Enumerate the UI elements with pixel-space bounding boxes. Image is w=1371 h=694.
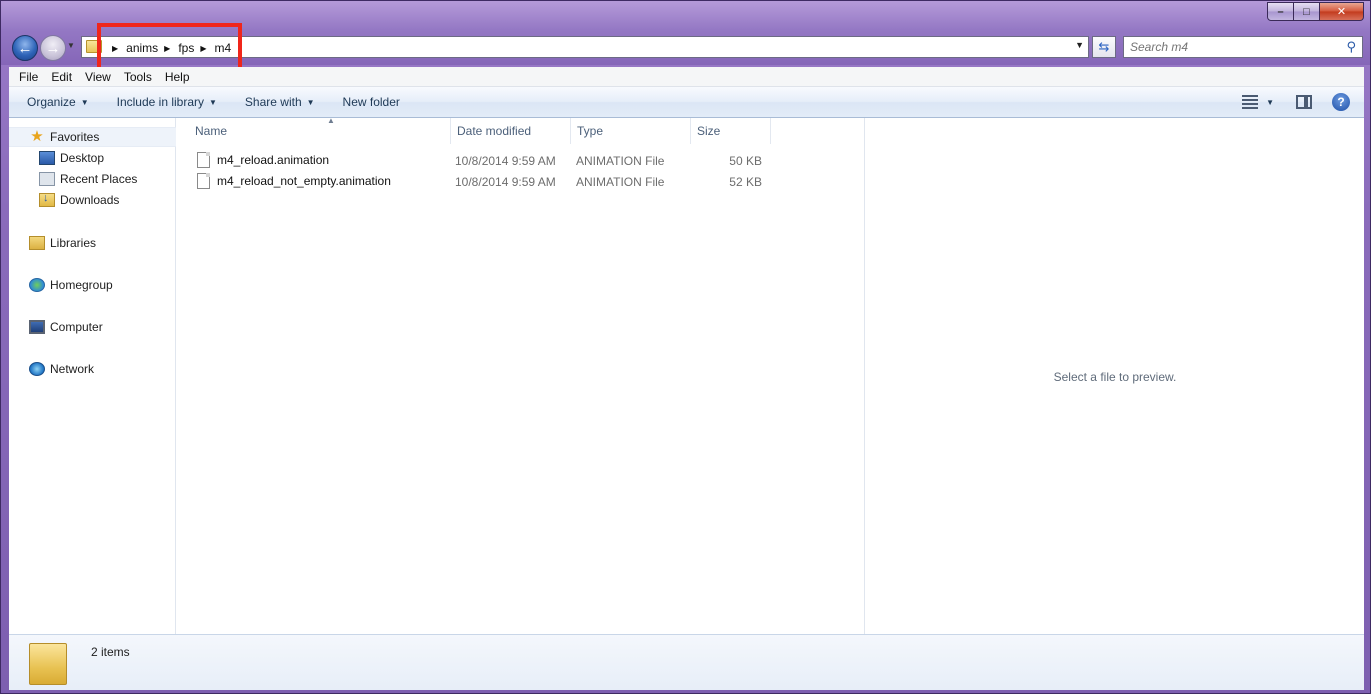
sidebar-item-label: Homegroup (50, 278, 113, 292)
menu-help[interactable]: Help (165, 70, 190, 84)
file-list: Name ▲ Date modified Type Size m4_reload… (177, 116, 865, 634)
column-header-name[interactable]: Name ▲ (189, 116, 451, 144)
sidebar-item-label: Downloads (60, 192, 120, 207)
menu-tools[interactable]: Tools (124, 70, 152, 84)
libraries-group: Libraries (9, 233, 176, 253)
details-pane: 2 items (9, 634, 1364, 690)
explorer-window: – □ ✕ ← → ▼ ▶ anims ▶ fps ▶ m4 ▼ ⇆ ⚲ (0, 0, 1371, 694)
view-options-icon[interactable] (1242, 95, 1259, 109)
breadcrumb-highlight-annotation (97, 23, 242, 71)
new-folder-button[interactable]: New folder (343, 95, 400, 109)
column-headers: Name ▲ Date modified Type Size (177, 116, 864, 144)
sidebar-item-computer[interactable]: Computer (9, 317, 176, 337)
file-name-cell: m4_reload_not_empty.animation (197, 173, 391, 189)
search-box[interactable]: ⚲ (1123, 36, 1363, 58)
chevron-down-icon: ▼ (209, 97, 217, 107)
computer-group: Computer (9, 317, 176, 337)
column-header-type[interactable]: Type (571, 118, 691, 144)
file-type: ANIMATION File (576, 175, 665, 189)
column-header-label: Size (697, 124, 721, 138)
network-icon (29, 362, 45, 376)
file-name-cell: m4_reload.animation (197, 152, 329, 168)
chevron-down-icon: ▼ (80, 97, 89, 107)
sidebar-item-libraries[interactable]: Libraries (9, 233, 176, 253)
table-row[interactable]: m4_reload.animation 10/8/2014 9:59 AM AN… (177, 149, 777, 170)
new-folder-label: New folder (342, 95, 400, 109)
main-area: ★ Favorites Desktop Recent Places Downlo… (9, 116, 1364, 634)
column-header-label: Date modified (457, 124, 532, 138)
table-row[interactable]: m4_reload_not_empty.animation 10/8/2014 … (177, 170, 777, 191)
include-in-library-label: Include in library (116, 95, 204, 109)
preview-pane: Select a file to preview. (866, 118, 1364, 634)
menu-bar: File Edit View Tools Help (9, 67, 1364, 87)
share-with-button[interactable]: Share with ▼ (245, 95, 315, 109)
file-name: m4_reload.animation (217, 153, 330, 167)
file-date-modified: 10/8/2014 9:59 AM (455, 175, 556, 189)
refresh-icon: ⇆ (1098, 39, 1110, 54)
menu-edit[interactable]: Edit (51, 70, 72, 84)
organize-button[interactable]: Organize ▼ (27, 95, 89, 109)
maximize-button[interactable]: □ (1294, 2, 1320, 21)
preview-message: Select a file to preview. (1053, 370, 1177, 384)
caption-buttons: – □ ✕ (1267, 2, 1364, 21)
file-name: m4_reload_not_empty.animation (217, 174, 391, 188)
file-icon (197, 152, 210, 168)
column-header-date-modified[interactable]: Date modified (451, 118, 571, 144)
column-header-label: Name (195, 124, 228, 138)
folder-icon (29, 643, 67, 685)
recent-places-icon (39, 171, 55, 186)
sidebar-item-label: Network (50, 362, 95, 376)
refresh-button[interactable]: ⇆ (1092, 36, 1116, 58)
sort-ascending-icon: ▲ (327, 116, 335, 125)
organize-label: Organize (27, 95, 76, 109)
homegroup-icon (29, 278, 45, 292)
item-count: 2 items (91, 645, 130, 659)
downloads-icon (39, 192, 55, 207)
network-group: Network (9, 359, 176, 379)
file-size: 52 KB (729, 175, 762, 189)
sidebar-item-downloads[interactable]: Downloads (9, 189, 176, 210)
minimize-button[interactable]: – (1267, 2, 1294, 21)
favorites-group: ★ Favorites Desktop Recent Places Downlo… (9, 127, 176, 210)
sidebar-item-favorites[interactable]: ★ Favorites (9, 127, 176, 147)
back-button[interactable]: ← (12, 35, 38, 61)
file-type: ANIMATION File (576, 154, 665, 168)
sidebar-item-label: Desktop (60, 150, 105, 165)
file-size: 50 KB (729, 154, 762, 168)
sidebar-item-label: Recent Places (60, 171, 138, 186)
help-icon[interactable]: ? (1332, 93, 1350, 111)
column-header-label: Type (577, 124, 604, 138)
sidebar-item-label: Libraries (50, 236, 97, 250)
desktop-icon (39, 150, 55, 165)
libraries-icon (29, 236, 45, 250)
menu-view[interactable]: View (85, 70, 111, 84)
command-bar: Organize ▼ Include in library ▼ Share wi… (9, 87, 1364, 118)
search-icon[interactable]: ⚲ (1346, 39, 1356, 55)
share-with-label: Share with (244, 95, 302, 109)
chevron-down-icon: ▼ (306, 97, 315, 107)
view-controls: ▼ ? (1242, 93, 1350, 111)
preview-pane-icon[interactable] (1296, 95, 1312, 109)
forward-button[interactable]: → (40, 35, 66, 61)
file-icon (197, 173, 210, 189)
recent-pages-dropdown[interactable]: ▼ (67, 41, 77, 53)
search-input[interactable] (1130, 38, 1340, 56)
close-button[interactable]: ✕ (1320, 2, 1364, 21)
include-in-library-button[interactable]: Include in library ▼ (117, 95, 217, 109)
sidebar-item-label: Favorites (50, 130, 100, 144)
sidebar-item-desktop[interactable]: Desktop (9, 147, 176, 168)
sidebar-item-label: Computer (50, 320, 103, 334)
menu-file[interactable]: File (19, 70, 38, 84)
computer-icon (29, 320, 45, 334)
file-date-modified: 10/8/2014 9:59 AM (455, 154, 556, 168)
sidebar-item-network[interactable]: Network (9, 359, 176, 379)
star-icon: ★ (30, 128, 44, 145)
homegroup-group: Homegroup (9, 275, 176, 295)
address-history-dropdown[interactable]: ▼ (1075, 40, 1084, 50)
chevron-down-icon[interactable]: ▼ (1266, 98, 1274, 107)
navigation-pane: ★ Favorites Desktop Recent Places Downlo… (9, 118, 176, 634)
sidebar-item-recent-places[interactable]: Recent Places (9, 168, 176, 189)
sidebar-item-homegroup[interactable]: Homegroup (9, 275, 176, 295)
column-header-size[interactable]: Size (691, 118, 771, 144)
